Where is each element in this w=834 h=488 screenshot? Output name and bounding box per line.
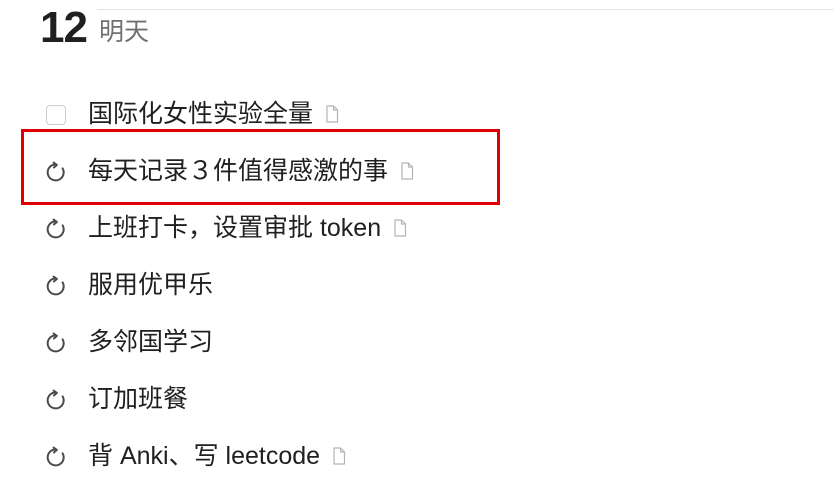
task-row-3[interactable]: 服用优甲乐 (40, 257, 800, 314)
task-row-5[interactable]: 订加班餐 (40, 371, 800, 428)
task-title: 订加班餐 (88, 385, 189, 413)
note-icon (394, 218, 407, 237)
day-header: 12 明天 (40, 6, 149, 50)
task-title: 上班打卡，设置审批 token (88, 214, 382, 242)
task-list: 国际化女性实验全量 每天记录３件值得感激的事 上班打卡，设置审批 token 服… (40, 86, 800, 485)
task-title: 多邻国学习 (88, 328, 214, 356)
repeat-icon[interactable] (46, 153, 84, 191)
section-divider (97, 9, 834, 10)
repeat-icon[interactable] (46, 438, 84, 476)
task-title: 背 Anki、写 leetcode (88, 442, 321, 470)
checkbox-empty-icon[interactable] (46, 96, 84, 134)
task-title: 服用优甲乐 (88, 271, 214, 299)
task-row-1[interactable]: 每天记录３件值得感激的事 (40, 143, 800, 200)
repeat-icon[interactable] (46, 267, 84, 305)
task-checkbox[interactable] (46, 104, 66, 125)
task-row-6[interactable]: 背 Anki、写 leetcode (40, 428, 800, 485)
task-title: 国际化女性实验全量 (88, 100, 314, 128)
task-row-2[interactable]: 上班打卡，设置审批 token (40, 200, 800, 257)
repeat-icon[interactable] (46, 324, 84, 362)
task-title: 每天记录３件值得感激的事 (88, 157, 389, 185)
day-number: 12 (40, 3, 88, 52)
task-row-4[interactable]: 多邻国学习 (40, 314, 800, 371)
note-icon (333, 446, 346, 465)
note-icon (401, 161, 414, 180)
task-row-0[interactable]: 国际化女性实验全量 (40, 86, 800, 143)
day-label: 明天 (98, 18, 149, 46)
repeat-icon[interactable] (46, 210, 84, 248)
note-icon (326, 104, 339, 123)
repeat-icon[interactable] (46, 381, 84, 419)
